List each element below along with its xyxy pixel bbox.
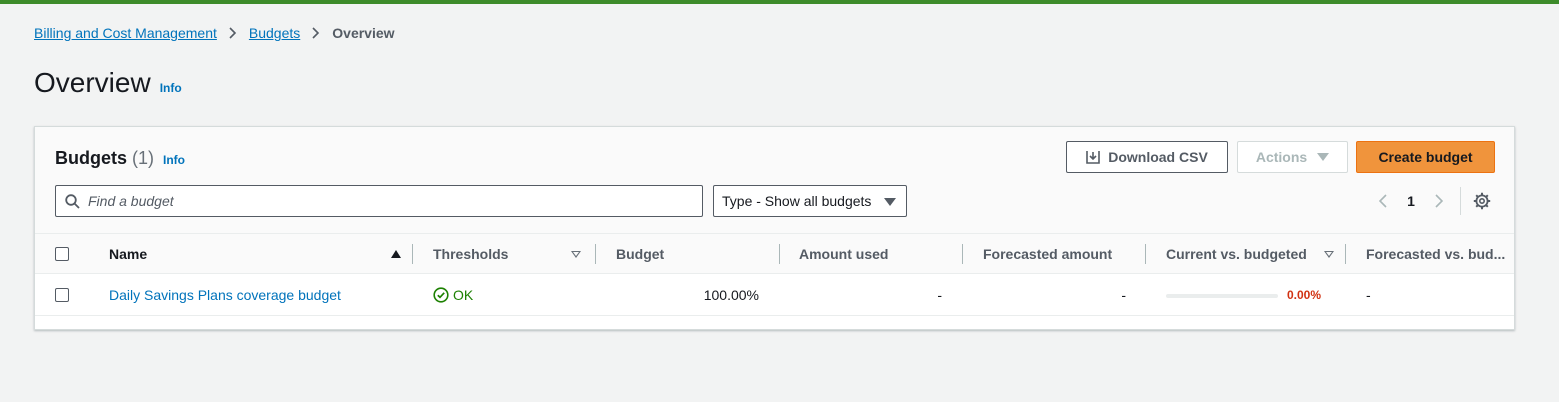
column-name-label: Name xyxy=(109,246,148,262)
gear-icon[interactable] xyxy=(1473,192,1491,210)
column-divider xyxy=(779,244,780,264)
column-budget-header[interactable]: Budget xyxy=(616,234,664,274)
column-thresholds-header[interactable]: Thresholds xyxy=(433,234,581,274)
forecasted-amount-value: - xyxy=(1121,287,1126,303)
download-icon xyxy=(1086,151,1101,164)
column-amount-used-label: Amount used xyxy=(799,246,889,262)
download-csv-button[interactable]: Download CSV xyxy=(1066,141,1228,173)
page-number[interactable]: 1 xyxy=(1393,193,1429,209)
column-forecasted-vs-budgeted-label: Forecasted vs. bud... xyxy=(1366,246,1506,262)
page-header: Overview Info xyxy=(34,67,182,99)
column-amount-used-header[interactable]: Amount used xyxy=(799,234,888,274)
budget-name-link[interactable]: Daily Savings Plans coverage budget xyxy=(109,287,341,303)
column-divider xyxy=(1145,244,1146,264)
caret-down-icon xyxy=(884,198,896,206)
top-accent-bar xyxy=(0,0,1559,4)
sort-caret-icon xyxy=(1324,251,1334,258)
page-info-link[interactable]: Info xyxy=(160,81,182,95)
search-input[interactable] xyxy=(88,193,648,209)
budgets-panel: Budgets (1) Info Download CSV Actions Cr… xyxy=(34,126,1515,330)
budgets-heading: Budgets xyxy=(55,148,127,168)
select-all-checkbox[interactable] xyxy=(55,247,69,261)
budgets-count: (1) xyxy=(132,148,154,168)
search-icon xyxy=(65,193,80,209)
column-divider xyxy=(962,244,963,264)
type-filter-value: Type - Show all budgets xyxy=(722,193,872,209)
budgets-panel-header: Budgets (1) Info Download CSV Actions Cr… xyxy=(35,127,1514,234)
page-title: Overview xyxy=(34,67,151,98)
type-filter-select[interactable]: Type - Show all budgets xyxy=(713,185,907,217)
column-divider xyxy=(595,244,596,264)
sort-caret-icon xyxy=(571,251,581,258)
table-row[interactable]: Daily Savings Plans coverage budget OK 1… xyxy=(35,274,1514,316)
status-ok-icon xyxy=(433,287,449,303)
column-forecasted-vs-budgeted-header[interactable]: Forecasted vs. bud... xyxy=(1366,234,1505,274)
amount-used-value: - xyxy=(937,287,942,303)
budgets-info-link[interactable]: Info xyxy=(163,153,185,167)
budget-value: 100.00% xyxy=(703,287,759,303)
column-thresholds-label: Thresholds xyxy=(433,246,509,262)
breadcrumb-budgets-link[interactable]: Budgets xyxy=(249,25,300,41)
column-budget-label: Budget xyxy=(616,246,665,262)
search-field[interactable] xyxy=(55,185,703,217)
column-current-vs-budgeted-label: Current vs. budgeted xyxy=(1166,246,1307,262)
pagination: 1 xyxy=(1373,191,1449,211)
threshold-status: OK xyxy=(433,274,473,316)
current-vs-budgeted-value: 0.00% xyxy=(1287,288,1322,302)
pager-divider xyxy=(1460,187,1461,215)
column-divider xyxy=(412,244,413,264)
breadcrumb: Billing and Cost Management Budgets Over… xyxy=(34,25,395,41)
column-forecasted-amount-header[interactable]: Forecasted amount xyxy=(983,234,1112,274)
actions-dropdown-button[interactable]: Actions xyxy=(1237,141,1348,173)
current-vs-budgeted-progress-bar xyxy=(1166,294,1278,298)
actions-label: Actions xyxy=(1255,149,1308,165)
caret-down-icon xyxy=(1317,153,1330,161)
previous-page-icon[interactable] xyxy=(1373,191,1393,211)
forecasted-vs-budgeted-value: - xyxy=(1366,287,1371,303)
download-csv-label: Download CSV xyxy=(1108,149,1208,165)
column-name-header[interactable]: Name xyxy=(109,234,401,274)
column-forecasted-amount-label: Forecasted amount xyxy=(983,246,1113,262)
create-budget-label: Create budget xyxy=(1378,149,1473,165)
sort-ascending-icon xyxy=(391,250,401,258)
threshold-status-text: OK xyxy=(453,287,474,303)
table-header: Name Thresholds Budget Amount used Forec… xyxy=(35,234,1514,274)
budgets-panel-title: Budgets (1) Info xyxy=(55,148,185,169)
row-checkbox[interactable] xyxy=(55,288,69,302)
chevron-right-icon xyxy=(217,27,249,39)
chevron-right-icon xyxy=(300,27,332,39)
column-current-vs-budgeted-header[interactable]: Current vs. budgeted xyxy=(1166,234,1334,274)
breadcrumb-current: Overview xyxy=(332,25,395,41)
column-divider xyxy=(1345,244,1346,264)
next-page-icon[interactable] xyxy=(1429,191,1449,211)
create-budget-button[interactable]: Create budget xyxy=(1356,141,1495,173)
breadcrumb-billing-link[interactable]: Billing and Cost Management xyxy=(34,25,217,41)
